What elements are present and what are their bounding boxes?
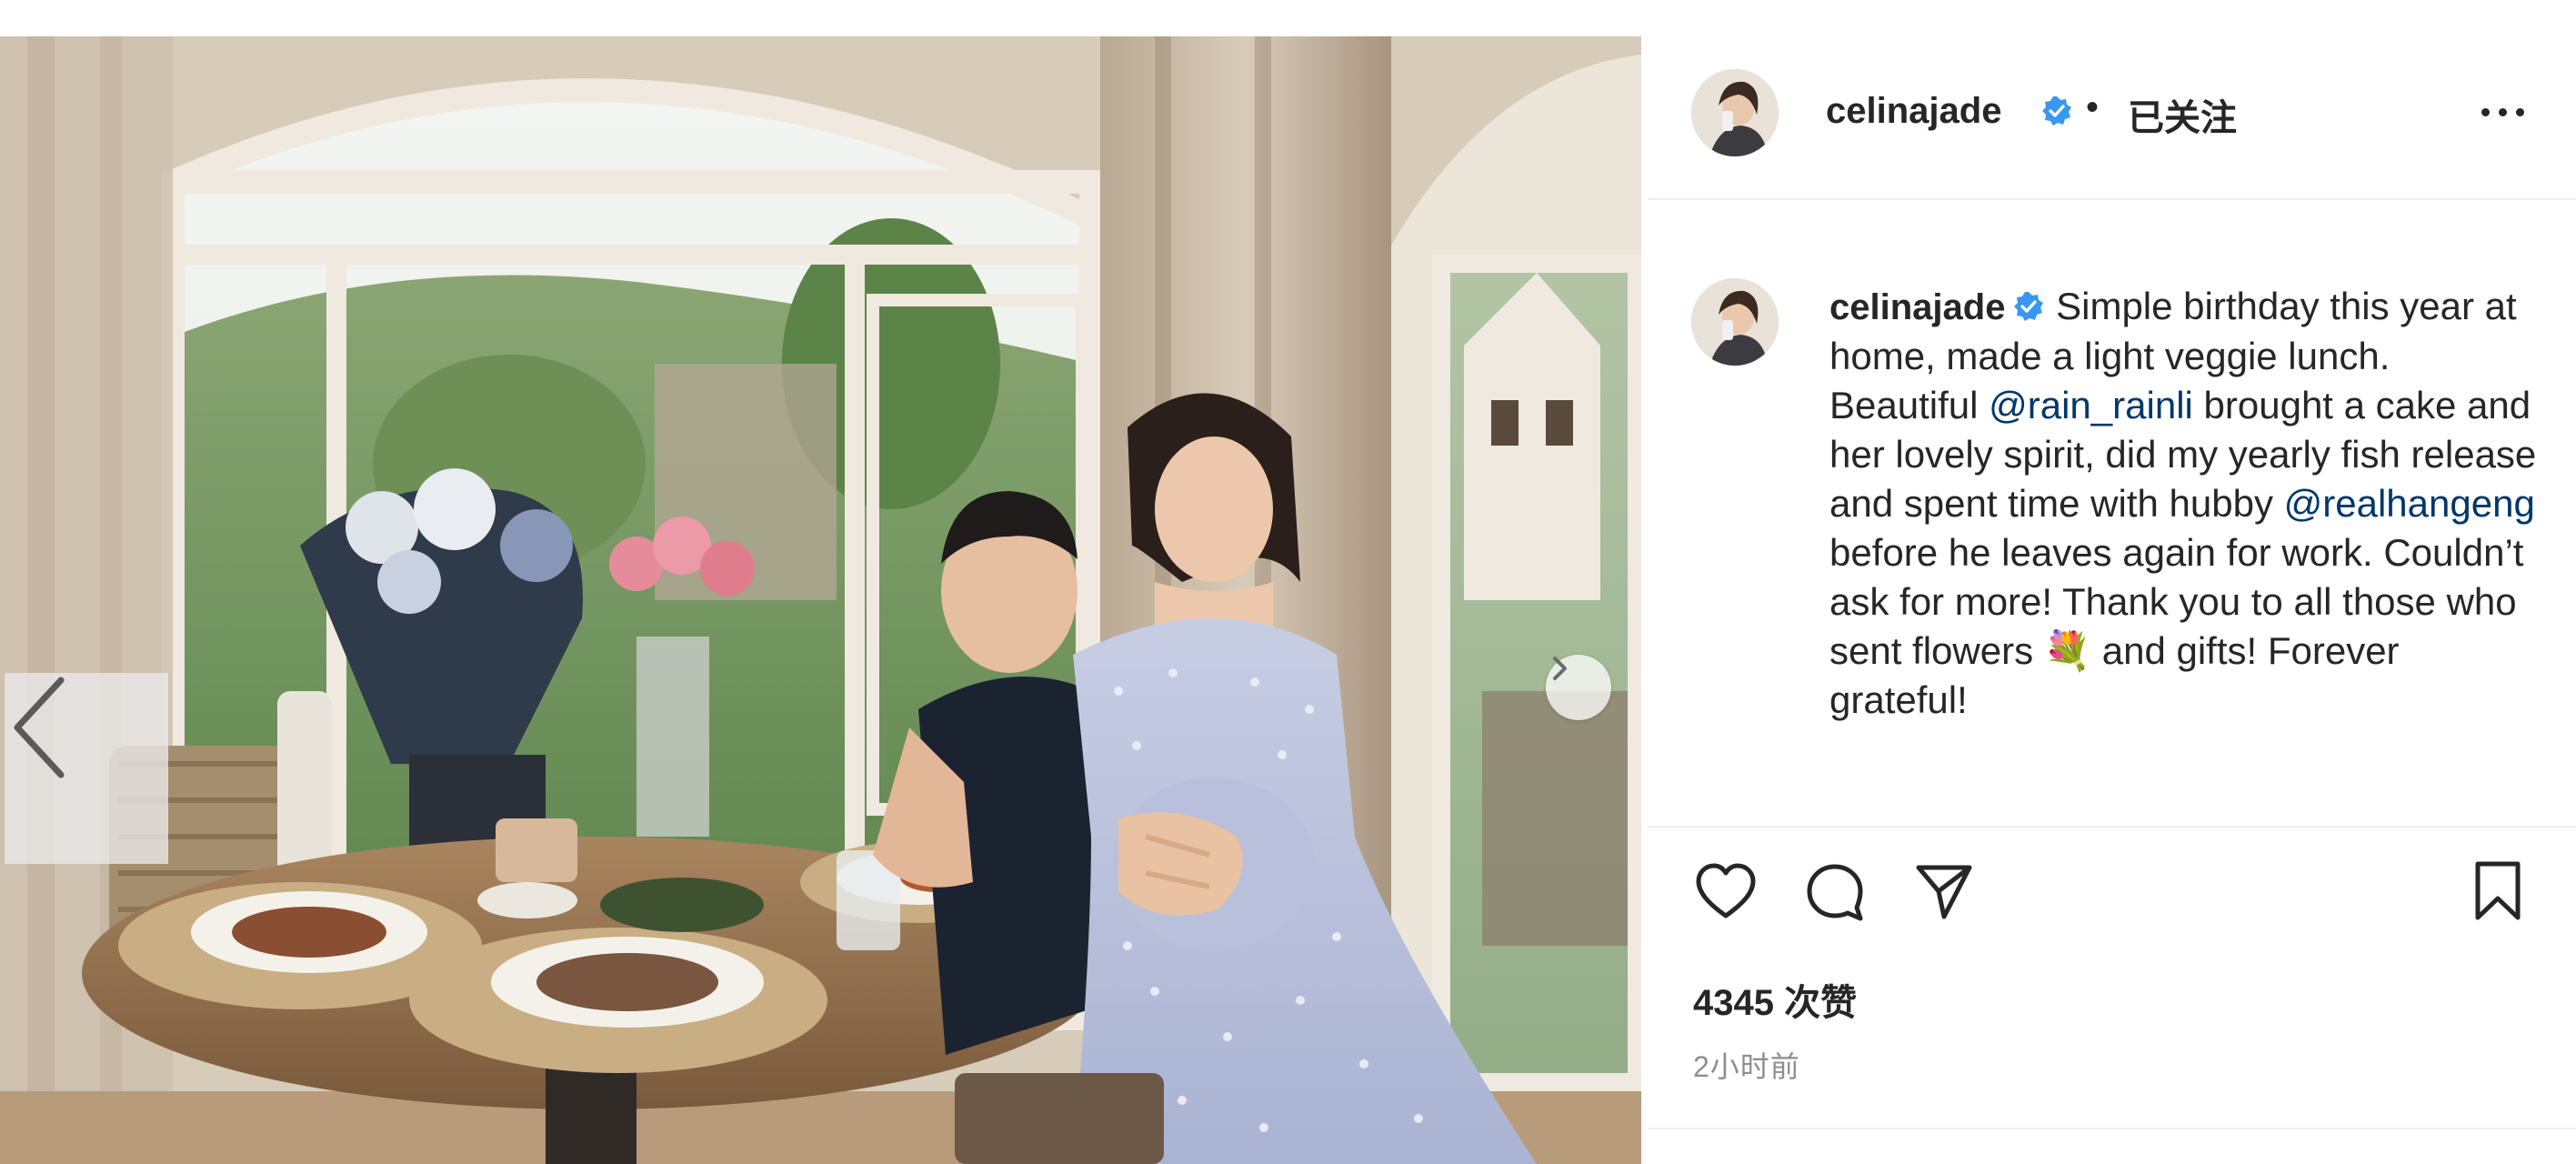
post-photo (0, 36, 1641, 1164)
photo-illustration (0, 36, 1641, 1164)
header-separator: • (2086, 87, 2100, 127)
like-count[interactable]: 4345 次赞 (1693, 973, 1857, 1026)
avatar[interactable] (1691, 69, 1779, 156)
action-bar (1648, 855, 2576, 937)
heart-icon[interactable] (1689, 855, 1762, 928)
mention-link[interactable]: @realhangeng (2284, 482, 2535, 525)
caption-avatar[interactable] (1691, 278, 1779, 366)
divider (1648, 826, 2576, 828)
post-side-panel: celinajade • 已关注 celinajade Simple birth… (1648, 36, 2576, 1164)
mention-link[interactable]: @rain_rainli (1989, 384, 2193, 426)
post-header: celinajade • 已关注 (1648, 36, 2576, 200)
bookmark-icon[interactable] (2461, 855, 2534, 928)
paper-plane-icon[interactable] (1908, 855, 1980, 928)
caption-username[interactable]: celinajade (1829, 287, 2005, 327)
following-button[interactable]: 已关注 (2128, 88, 2237, 141)
caption-text: celinajade Simple birthday this year at … (1829, 282, 2539, 725)
author-username[interactable]: celinajade (1826, 91, 2001, 132)
next-photo-button[interactable] (1546, 655, 1611, 720)
divider (1648, 1128, 2576, 1129)
comment-icon[interactable] (1799, 855, 1871, 928)
post-timestamp: 2小时前 (1693, 1050, 1800, 1083)
more-options-icon[interactable] (2466, 89, 2539, 135)
verified-badge-icon (2040, 95, 2073, 127)
bouquet-emoji: 💐 (2043, 629, 2092, 672)
previous-photo-button[interactable] (5, 673, 168, 864)
verified-badge-icon (2012, 286, 2045, 321)
